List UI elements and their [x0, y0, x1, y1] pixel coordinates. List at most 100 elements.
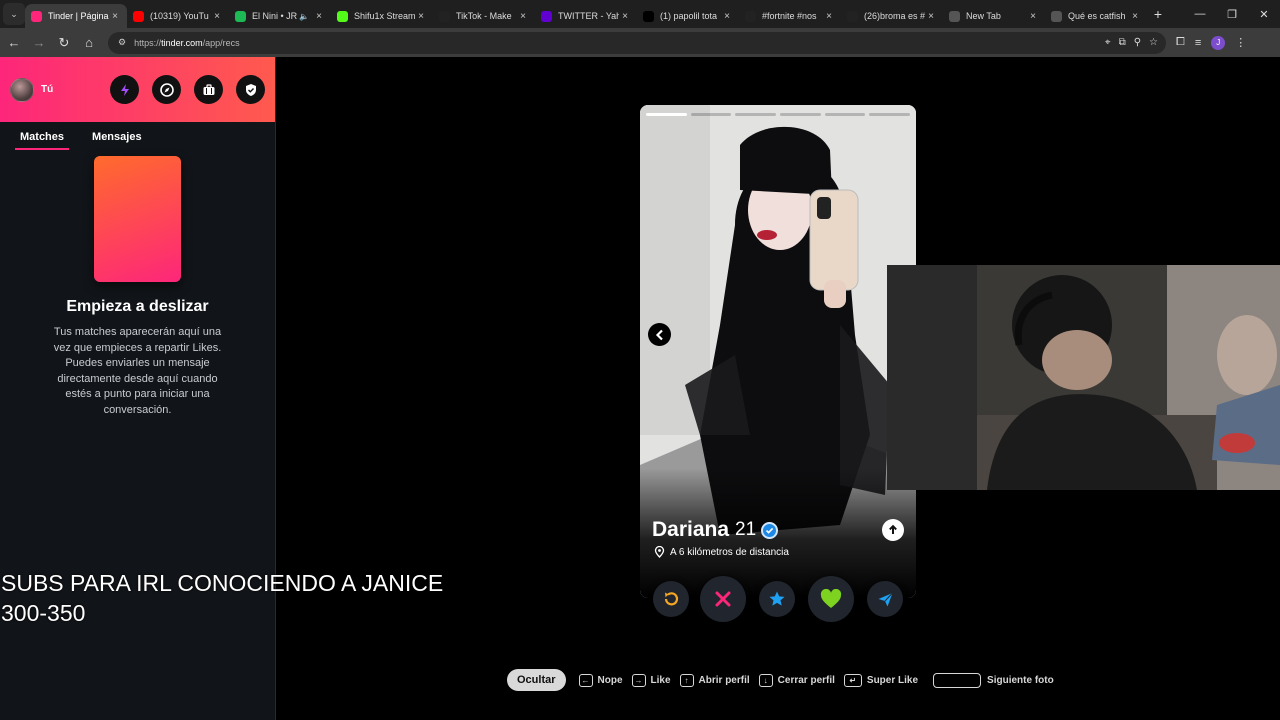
new-tab-button[interactable]: +	[1147, 6, 1169, 22]
menu-kebab-icon[interactable]: ⋮	[1235, 36, 1246, 49]
hint-label: Nope	[597, 674, 623, 686]
close-tab-icon[interactable]: ×	[823, 11, 835, 22]
browser-tab[interactable]: Qué es catfish ×	[1045, 4, 1147, 28]
photo-indicator[interactable]	[869, 113, 911, 116]
address-bar[interactable]: ⚙ https://tinder.com/app/recs ⌖ ⧉ ⚲ ☆	[108, 31, 1166, 54]
tab-search-button[interactable]: ⌄	[3, 3, 25, 25]
arrow-right-key-icon: →	[631, 673, 646, 687]
close-tab-icon[interactable]: ×	[313, 11, 325, 22]
hint-label: Cerrar perfil	[777, 674, 835, 686]
rewind-button[interactable]	[653, 581, 689, 617]
zoom-icon[interactable]: ⚲	[1134, 37, 1141, 48]
open-profile-button[interactable]	[882, 519, 904, 541]
photo-indicator[interactable]	[824, 113, 866, 116]
home-button[interactable]: ⌂	[78, 35, 100, 50]
previous-photo-button[interactable]	[648, 323, 671, 346]
close-window-button[interactable]: ✕	[1248, 8, 1280, 21]
user-name[interactable]: Tú	[41, 84, 53, 95]
boost-icon[interactable]	[110, 75, 139, 104]
close-tab-icon[interactable]: ×	[1129, 11, 1141, 22]
browser-tab[interactable]: (26)broma es # ×	[841, 4, 943, 28]
hint-next-photo: Siguiente foto	[933, 672, 1054, 688]
chevron-left-icon	[655, 329, 663, 340]
profile-avatar[interactable]: J	[1211, 35, 1226, 50]
photo-indicator[interactable]	[690, 113, 732, 116]
tab-title: Tinder | Página	[48, 11, 109, 21]
tiktok-icon	[847, 10, 858, 22]
close-tab-icon[interactable]: ×	[925, 11, 937, 22]
browser-tab[interactable]: New Tab ×	[943, 4, 1045, 28]
install-app-icon[interactable]: ⧉	[1119, 37, 1126, 48]
browser-tab[interactable]: El Nini • JR 🔈 ×	[229, 4, 331, 28]
bookmark-star-icon[interactable]: ☆	[1149, 37, 1158, 48]
super-like-button[interactable]	[759, 581, 795, 617]
restore-button[interactable]: ❐	[1216, 8, 1248, 21]
arrow-down-key-icon: ↓	[758, 673, 773, 687]
tab-title: TWITTER - Yah	[558, 11, 619, 21]
empty-match-card	[94, 156, 181, 282]
rewind-icon	[664, 592, 679, 606]
like-button[interactable]	[808, 576, 854, 622]
close-tab-icon[interactable]: ×	[517, 11, 529, 22]
webcam-video	[887, 265, 1280, 490]
tab-title: (10319) YouTu	[150, 11, 209, 21]
close-tab-icon[interactable]: ×	[721, 11, 733, 22]
keyboard-shortcuts-bar: Ocultar ← Nope → Like ↑ Abrir perfil ↓ Cerra…	[507, 669, 1063, 691]
reload-button[interactable]: ↻	[53, 35, 75, 51]
hint-label: Abrir perfil	[698, 674, 750, 686]
yahoo-icon	[541, 10, 552, 22]
avatar[interactable]	[10, 77, 34, 102]
speaker-icon[interactable]: 🔈	[299, 12, 309, 21]
profile-distance: A 6 kilómetros de distancia	[654, 546, 789, 558]
tab-title: TikTok - Make	[456, 11, 512, 21]
hint-label: Super Like	[866, 674, 919, 686]
photo-indicator[interactable]	[646, 113, 687, 116]
tab-title: Shifu1x Stream	[354, 11, 415, 21]
back-button[interactable]: ←	[3, 35, 25, 50]
extensions-icon[interactable]: ⧠	[1176, 36, 1185, 49]
tab-title: #fortnite #nos	[762, 11, 817, 21]
explore-compass-icon[interactable]	[152, 75, 181, 104]
url-prefix: https://	[134, 37, 162, 48]
browser-tab[interactable]: TWITTER - Yah ×	[535, 4, 637, 28]
browser-tab[interactable]: TikTok - Make ×	[433, 4, 535, 28]
shield-icon[interactable]	[236, 75, 265, 104]
location-pin-icon	[654, 546, 665, 558]
photo-indicator[interactable]	[735, 113, 777, 116]
site-info-icon[interactable]: ⚙	[118, 37, 126, 48]
tab-messages[interactable]: Mensajes	[87, 131, 147, 150]
tab-title: New Tab	[966, 11, 1001, 21]
close-tab-icon[interactable]: ×	[619, 11, 631, 22]
x-icon	[643, 10, 654, 22]
tiktok-icon	[439, 10, 450, 22]
browser-tab[interactable]: Tinder | Página ×	[25, 4, 127, 28]
arrow-left-key-icon: ←	[578, 673, 593, 687]
briefcase-icon[interactable]	[194, 75, 223, 104]
distance-text: A 6 kilómetros de distancia	[670, 546, 789, 558]
browser-tab[interactable]: (10319) YouTu ×	[127, 4, 229, 28]
close-tab-icon[interactable]: ×	[109, 11, 121, 22]
close-tab-icon[interactable]: ×	[415, 11, 427, 22]
nope-button[interactable]	[700, 576, 746, 622]
spotify-icon	[235, 10, 246, 22]
browser-tab[interactable]: #fortnite #nos ×	[739, 4, 841, 28]
browser-tab[interactable]: Shifu1x Stream ×	[331, 4, 433, 28]
hide-shortcuts-button[interactable]: Ocultar	[507, 669, 566, 691]
media-controls-icon[interactable]: ≡	[1195, 37, 1201, 49]
profile-name-line: Dariana 21	[652, 518, 779, 542]
location-icon[interactable]: ⌖	[1105, 37, 1111, 48]
minimize-button[interactable]: —	[1184, 8, 1216, 21]
browser-tab[interactable]: (1) papolil tota ×	[637, 4, 739, 28]
hint-nope: ← Nope	[578, 673, 623, 687]
tiktok-icon	[745, 10, 756, 22]
close-tab-icon[interactable]: ×	[211, 11, 223, 22]
webcam-overlay	[887, 265, 1280, 490]
close-tab-icon[interactable]: ×	[1027, 11, 1039, 22]
paper-plane-icon	[878, 592, 893, 606]
profile-name: Dariana	[652, 518, 730, 541]
forward-button[interactable]: →	[28, 35, 50, 50]
browser-toolbar: ← → ↻ ⌂ ⚙ https://tinder.com/app/recs ⌖ …	[0, 28, 1280, 57]
send-boost-button[interactable]	[867, 581, 903, 617]
tab-matches[interactable]: Matches	[15, 131, 70, 150]
photo-indicator[interactable]	[780, 113, 821, 116]
